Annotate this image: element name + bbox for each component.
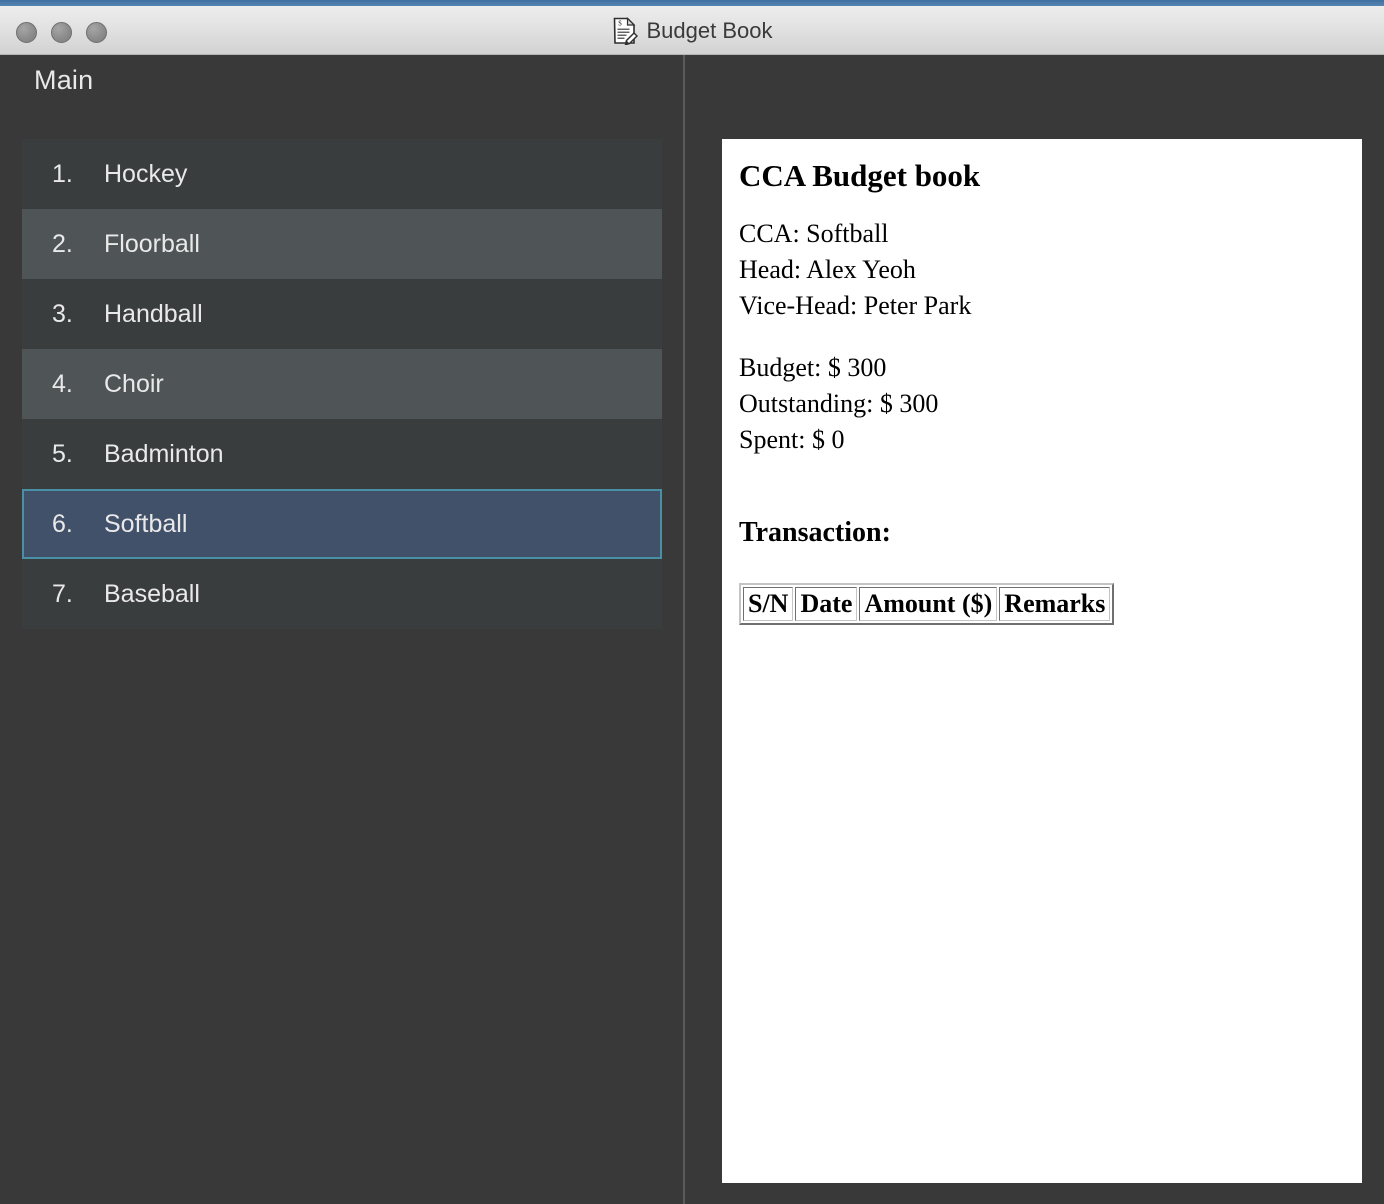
list-item-label: Floorball: [104, 229, 200, 258]
spent-line: Spent: $ 0: [739, 424, 845, 454]
list-item-label: Choir: [104, 369, 164, 398]
list-item-index: 5.: [52, 439, 73, 468]
list-item-index: 7.: [52, 579, 73, 608]
list-item-label: Handball: [104, 299, 203, 328]
budget-book-panel: CCA Budget book CCA: Softball Head: Alex…: [722, 139, 1362, 1183]
vice-head-line: Vice-Head: Peter Park: [739, 290, 972, 320]
window-title: Budget Book: [646, 17, 773, 43]
list-item-label: Hockey: [104, 159, 188, 188]
list-item[interactable]: 2. Floorball: [22, 209, 662, 279]
cca-name-line: CCA: Softball: [739, 218, 889, 248]
list-item-index: 4.: [52, 369, 73, 398]
list-item[interactable]: 4. Choir: [22, 349, 662, 419]
title-bar: $ Budget Book: [0, 6, 1384, 55]
column-header-sn: S/N: [743, 587, 794, 622]
list-item-index: 3.: [52, 299, 73, 328]
app-window: $ Budget Book Main 1. Hockey 2. Floorbal…: [0, 0, 1384, 1204]
document-pencil-icon: $: [613, 16, 638, 45]
cca-list: 1. Hockey 2. Floorball 3. Handball 4. Ch…: [22, 139, 662, 629]
list-item-index: 2.: [52, 229, 73, 258]
list-item-label: Badminton: [104, 439, 224, 468]
list-item[interactable]: 3. Handball: [22, 279, 662, 349]
outstanding-line: Outstanding: $ 300: [739, 388, 939, 418]
column-header-remarks: Remarks: [999, 587, 1111, 622]
transaction-heading: Transaction:: [739, 516, 891, 548]
list-item[interactable]: 7. Baseball: [22, 559, 662, 629]
document-heading: CCA Budget book: [739, 158, 981, 193]
table-header-row: S/N Date Amount ($) Remarks: [743, 587, 1111, 622]
title-bar-center: $ Budget Book: [0, 6, 1384, 55]
pane-divider[interactable]: [683, 55, 685, 1204]
page-title: Main: [34, 65, 94, 95]
column-header-date: Date: [795, 587, 858, 622]
list-item-index: 6.: [52, 509, 73, 538]
list-item-label: Softball: [104, 509, 188, 538]
column-header-amount: Amount ($): [859, 587, 998, 622]
list-item-index: 1.: [52, 159, 73, 188]
list-item[interactable]: 1. Hockey: [22, 139, 662, 209]
list-item-selected[interactable]: 6. Softball: [22, 489, 662, 559]
list-item[interactable]: 5. Badminton: [22, 419, 662, 489]
budget-line: Budget: $ 300: [739, 352, 887, 382]
window-content: Main 1. Hockey 2. Floorball 3. Handball …: [0, 55, 1384, 1204]
svg-text:$: $: [618, 19, 622, 27]
list-item-label: Baseball: [104, 579, 200, 608]
head-line: Head: Alex Yeoh: [739, 254, 916, 284]
transaction-table: S/N Date Amount ($) Remarks: [739, 583, 1115, 626]
